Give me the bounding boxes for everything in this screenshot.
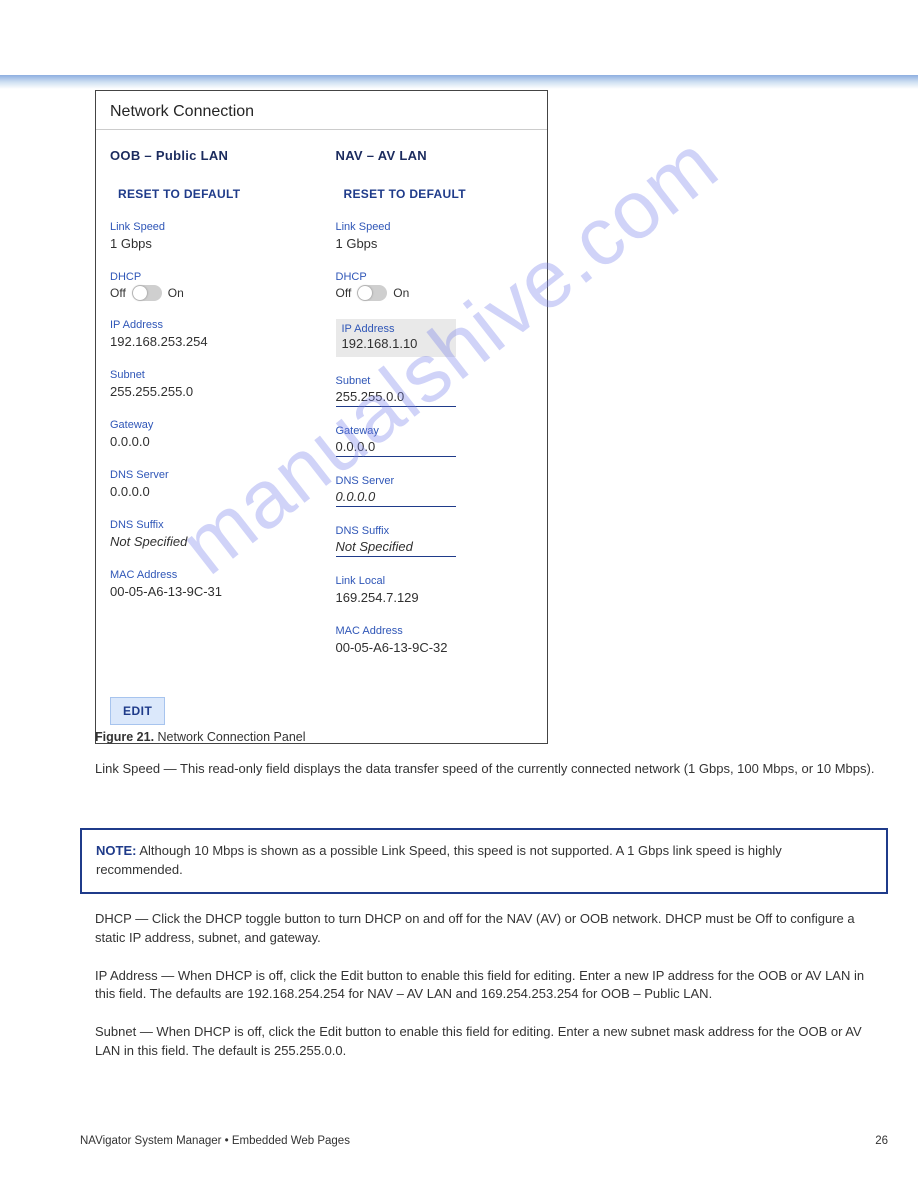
nav-dhcp-on: On xyxy=(393,286,409,300)
nav-ip-label: IP Address xyxy=(342,323,450,335)
oob-dhcp-on: On xyxy=(168,286,184,300)
footer-left: NAVigator System Manager • Embedded Web … xyxy=(80,1135,350,1147)
nav-dhcp-label: DHCP xyxy=(336,271,534,283)
reset-oob-button[interactable]: RESET TO DEFAULT xyxy=(118,187,308,201)
paragraph-subnet: Subnet — When DHCP is off, click the Edi… xyxy=(95,1023,885,1061)
nav-subnet-label: Subnet xyxy=(336,375,534,387)
nav-linkspeed-label: Link Speed xyxy=(336,221,534,233)
paragraphs-block: DHCP — Click the DHCP toggle button to t… xyxy=(95,910,885,1061)
oob-suffix-label: DNS Suffix xyxy=(110,519,308,531)
nav-gateway-input[interactable]: 0.0.0.0 xyxy=(336,439,456,457)
reset-nav-button[interactable]: RESET TO DEFAULT xyxy=(344,187,534,201)
nav-ip-value: 192.168.1.10 xyxy=(342,336,418,351)
oob-mac-value: 00-05-A6-13-9C-31 xyxy=(110,584,222,599)
note-text: Although 10 Mbps is shown as a possible … xyxy=(96,843,782,877)
oob-ip-label: IP Address xyxy=(110,319,308,331)
nav-subnet-input[interactable]: 255.255.0.0 xyxy=(336,389,456,407)
nav-mac-label: MAC Address xyxy=(336,625,534,637)
nav-suffix-input[interactable]: Not Specified xyxy=(336,539,456,557)
oob-dhcp-toggle[interactable] xyxy=(132,285,162,301)
oob-linkspeed-value: 1 Gbps xyxy=(110,236,152,251)
network-connection-panel: Network Connection OOB – Public LAN RESE… xyxy=(95,90,548,744)
nav-linklocal-value: 169.254.7.129 xyxy=(336,590,419,605)
oob-dhcp-label: DHCP xyxy=(110,271,308,283)
nav-linkspeed-value: 1 Gbps xyxy=(336,236,378,251)
oob-column: OOB – Public LAN RESET TO DEFAULT Link S… xyxy=(110,148,308,675)
figure-number: Figure 21. xyxy=(95,730,154,744)
oob-dhcp-off: Off xyxy=(110,286,126,300)
oob-gateway-value: 0.0.0.0 xyxy=(110,434,150,449)
oob-dns-label: DNS Server xyxy=(110,469,308,481)
nav-heading: NAV – AV LAN xyxy=(336,148,534,163)
figure-caption: Figure 21. Network Connection Panel xyxy=(95,730,306,744)
divider xyxy=(96,129,547,130)
edit-button[interactable]: EDIT xyxy=(110,697,165,725)
oob-dns-value: 0.0.0.0 xyxy=(110,484,150,499)
paragraph-dhcp: DHCP — Click the DHCP toggle button to t… xyxy=(95,910,885,948)
oob-mac-label: MAC Address xyxy=(110,569,308,581)
oob-ip-value: 192.168.253.254 xyxy=(110,334,208,349)
panel-title: Network Connection xyxy=(110,101,533,129)
nav-dns-label: DNS Server xyxy=(336,475,534,487)
oob-heading: OOB – Public LAN xyxy=(110,148,308,163)
oob-gateway-label: Gateway xyxy=(110,419,308,431)
nav-gateway-label: Gateway xyxy=(336,425,534,437)
nav-dhcp-off: Off xyxy=(336,286,352,300)
oob-subnet-value: 255.255.255.0 xyxy=(110,384,193,399)
nav-mac-value: 00-05-A6-13-9C-32 xyxy=(336,640,448,655)
oob-suffix-value: Not Specified xyxy=(110,534,187,549)
header-gradient xyxy=(0,75,918,89)
nav-dns-input[interactable]: 0.0.0.0 xyxy=(336,489,456,507)
oob-linkspeed-label: Link Speed xyxy=(110,221,308,233)
nav-column: NAV – AV LAN RESET TO DEFAULT Link Speed… xyxy=(336,148,534,675)
nav-ip-input[interactable]: IP Address 192.168.1.10 xyxy=(336,319,456,357)
paragraph-linkspeed: Link Speed — This read-only field displa… xyxy=(95,760,885,779)
page-footer: NAVigator System Manager • Embedded Web … xyxy=(80,1135,888,1147)
note-label: NOTE: xyxy=(96,843,136,858)
footer-right: 26 xyxy=(875,1135,888,1147)
nav-suffix-label: DNS Suffix xyxy=(336,525,534,537)
nav-linklocal-label: Link Local xyxy=(336,575,534,587)
note-box: NOTE: Although 10 Mbps is shown as a pos… xyxy=(80,828,888,894)
nav-dhcp-toggle[interactable] xyxy=(357,285,387,301)
paragraph-ip: IP Address — When DHCP is off, click the… xyxy=(95,967,885,1005)
oob-subnet-label: Subnet xyxy=(110,369,308,381)
figure-text: Network Connection Panel xyxy=(154,730,305,744)
